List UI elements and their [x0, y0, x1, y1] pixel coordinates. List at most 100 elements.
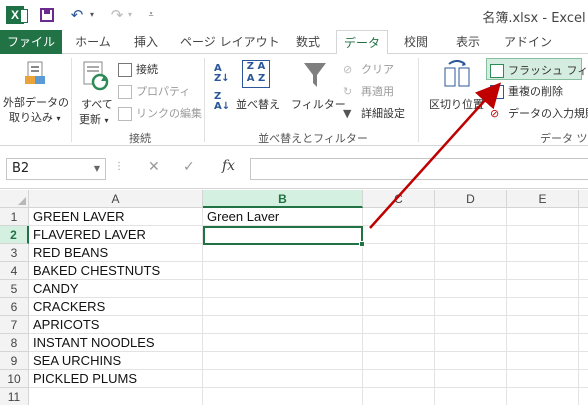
- cell-d6[interactable]: [435, 298, 507, 316]
- clear-button[interactable]: ⊘ クリア: [343, 61, 394, 77]
- cell-b10[interactable]: [203, 370, 363, 388]
- sort-button[interactable]: 並べ替え: [236, 96, 280, 112]
- column-header-b[interactable]: B: [203, 190, 363, 208]
- cell-e6[interactable]: [507, 298, 579, 316]
- cell-b8[interactable]: [203, 334, 363, 352]
- refresh-all-label-2[interactable]: 更新 ▾: [79, 111, 109, 127]
- cell-a9[interactable]: SEA URCHINS: [29, 352, 203, 370]
- cell-f3[interactable]: [579, 244, 588, 262]
- tab-review[interactable]: 校閲: [398, 30, 434, 54]
- sort-descending-icon[interactable]: Z A↓: [214, 92, 230, 112]
- cell-b11[interactable]: [203, 388, 363, 405]
- cell-d4[interactable]: [435, 262, 507, 280]
- cell-e5[interactable]: [507, 280, 579, 298]
- cell-b7[interactable]: [203, 316, 363, 334]
- cell-e7[interactable]: [507, 316, 579, 334]
- name-box[interactable]: B2 ▼: [6, 158, 106, 180]
- cell-e8[interactable]: [507, 334, 579, 352]
- tab-insert[interactable]: 挿入: [128, 30, 164, 54]
- cell-d2[interactable]: [435, 226, 507, 244]
- cell-a10[interactable]: PICKLED PLUMS: [29, 370, 203, 388]
- cell-f9[interactable]: [579, 352, 588, 370]
- cell-e1[interactable]: [507, 208, 579, 226]
- cell-e2[interactable]: [507, 226, 579, 244]
- cell-b3[interactable]: [203, 244, 363, 262]
- cell-e4[interactable]: [507, 262, 579, 280]
- fill-handle[interactable]: [359, 241, 365, 247]
- cell-d8[interactable]: [435, 334, 507, 352]
- cell-e9[interactable]: [507, 352, 579, 370]
- select-all-corner[interactable]: [0, 190, 29, 208]
- external-data-button[interactable]: 外部データの: [3, 94, 69, 110]
- spreadsheet-grid[interactable]: A B C D E 1 GREEN LAVER Green Laver 2 FLAVER…: [0, 190, 588, 405]
- cell-c3[interactable]: [363, 244, 435, 262]
- tab-formulas[interactable]: 数式: [290, 30, 326, 54]
- cell-f10[interactable]: [579, 370, 588, 388]
- cell-b5[interactable]: [203, 280, 363, 298]
- text-to-columns-button[interactable]: 区切り位置: [429, 96, 484, 112]
- column-header-d[interactable]: D: [435, 190, 507, 208]
- cell-a7[interactable]: APRICOTS: [29, 316, 203, 334]
- cell-a3[interactable]: RED BEANS: [29, 244, 203, 262]
- cell-d10[interactable]: [435, 370, 507, 388]
- cell-c6[interactable]: [363, 298, 435, 316]
- cell-f2[interactable]: [579, 226, 588, 244]
- cell-c1[interactable]: [363, 208, 435, 226]
- chevron-down-icon[interactable]: ▼: [94, 159, 100, 179]
- column-header-f[interactable]: [579, 190, 588, 208]
- filter-button[interactable]: フィルター: [291, 96, 346, 112]
- cell-d9[interactable]: [435, 352, 507, 370]
- cell-e3[interactable]: [507, 244, 579, 262]
- row-header-4[interactable]: 4: [0, 262, 29, 280]
- row-header-10[interactable]: 10: [0, 370, 29, 388]
- column-header-c[interactable]: C: [363, 190, 435, 208]
- cell-f5[interactable]: [579, 280, 588, 298]
- row-header-9[interactable]: 9: [0, 352, 29, 370]
- advanced-filter-button[interactable]: ▼ 詳細設定: [343, 105, 405, 121]
- cell-b6[interactable]: [203, 298, 363, 316]
- cell-f1[interactable]: [579, 208, 588, 226]
- cell-c11[interactable]: [363, 388, 435, 405]
- row-header-11[interactable]: 11: [0, 388, 29, 405]
- edit-links-button[interactable]: リンクの編集: [118, 105, 202, 121]
- row-header-3[interactable]: 3: [0, 244, 29, 262]
- cell-c4[interactable]: [363, 262, 435, 280]
- cell-f4[interactable]: [579, 262, 588, 280]
- cell-c5[interactable]: [363, 280, 435, 298]
- cell-a11[interactable]: [29, 388, 203, 405]
- cell-d7[interactable]: [435, 316, 507, 334]
- cell-f6[interactable]: [579, 298, 588, 316]
- enter-icon[interactable]: ✓: [183, 159, 195, 175]
- tab-addins[interactable]: アドイン: [500, 30, 556, 54]
- cancel-icon[interactable]: ✕: [148, 159, 160, 175]
- reapply-button[interactable]: ↻ 再適用: [343, 83, 394, 99]
- tab-page-layout[interactable]: ページ レイアウト: [180, 30, 280, 54]
- cell-a6[interactable]: CRACKERS: [29, 298, 203, 316]
- insert-function-icon[interactable]: fx: [222, 158, 235, 174]
- sort-ascending-icon[interactable]: A Z↓: [214, 64, 230, 84]
- cell-b4[interactable]: [203, 262, 363, 280]
- cell-c8[interactable]: [363, 334, 435, 352]
- refresh-all-button[interactable]: すべて: [81, 96, 113, 112]
- properties-button[interactable]: プロパティ: [118, 83, 190, 99]
- cell-e10[interactable]: [507, 370, 579, 388]
- cell-a1[interactable]: GREEN LAVER: [29, 208, 203, 226]
- cell-d3[interactable]: [435, 244, 507, 262]
- cell-a8[interactable]: INSTANT NOODLES: [29, 334, 203, 352]
- cell-f11[interactable]: [579, 388, 588, 405]
- cell-f8[interactable]: [579, 334, 588, 352]
- formula-input[interactable]: [250, 158, 588, 180]
- cell-c7[interactable]: [363, 316, 435, 334]
- tab-data[interactable]: データ: [336, 30, 388, 55]
- row-header-8[interactable]: 8: [0, 334, 29, 352]
- column-header-e[interactable]: E: [507, 190, 579, 208]
- data-validation-button[interactable]: ⊘ データの入力規則: [490, 105, 588, 121]
- cell-d11[interactable]: [435, 388, 507, 405]
- row-header-7[interactable]: 7: [0, 316, 29, 334]
- external-data-label-2[interactable]: 取り込み ▾: [9, 109, 61, 125]
- cell-a4[interactable]: BAKED CHESTNUTS: [29, 262, 203, 280]
- row-header-1[interactable]: 1: [0, 208, 29, 226]
- row-header-5[interactable]: 5: [0, 280, 29, 298]
- connections-button[interactable]: 接続: [118, 61, 158, 77]
- tab-home[interactable]: ホーム: [72, 30, 114, 54]
